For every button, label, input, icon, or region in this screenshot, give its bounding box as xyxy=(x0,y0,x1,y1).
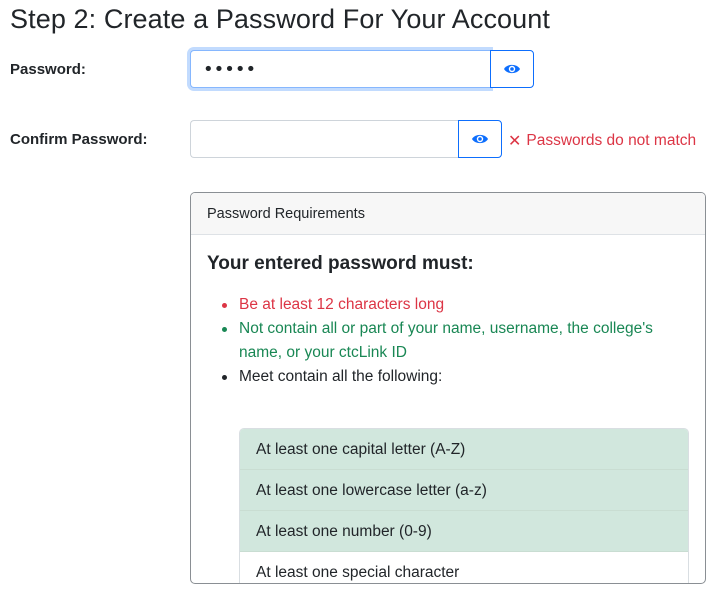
list-item: At least one capital letter (A-Z) xyxy=(240,429,688,470)
eye-icon xyxy=(472,134,488,144)
confirm-password-input-group xyxy=(190,120,502,158)
password-mismatch-error: ✕ Passwords do not match xyxy=(508,131,696,151)
password-label: Password: xyxy=(10,61,86,78)
card-header: Password Requirements xyxy=(191,193,705,235)
password-input-group xyxy=(190,50,534,88)
bullet xyxy=(222,303,227,308)
character-requirements-list: At least one capital letter (A-Z) At lea… xyxy=(239,428,689,583)
bullet xyxy=(222,375,227,380)
requirement-character-types: Meet contain all the following: xyxy=(191,365,705,389)
requirement-no-name: Not contain all or part of your name, us… xyxy=(191,317,705,365)
page-title: Step 2: Create a Password For Your Accou… xyxy=(10,4,551,34)
password-requirements-card: Password Requirements Your entered passw… xyxy=(190,192,706,584)
show-confirm-password-button[interactable] xyxy=(458,120,502,158)
bullet xyxy=(222,327,227,332)
requirements-heading: Your entered password must: xyxy=(207,253,474,274)
list-item: At least one number (0-9) xyxy=(240,511,688,552)
confirm-password-input[interactable] xyxy=(190,120,458,158)
password-input[interactable] xyxy=(190,50,490,88)
show-password-button[interactable] xyxy=(490,50,534,88)
list-item: At least one special character xyxy=(240,552,688,583)
mismatch-text: Passwords do not match xyxy=(526,132,697,149)
confirm-password-label: Confirm Password: xyxy=(10,131,148,148)
eye-icon xyxy=(504,64,520,74)
list-item: At least one lowercase letter (a-z) xyxy=(240,470,688,511)
requirements-list: Be at least 12 characters long Not conta… xyxy=(191,293,705,389)
x-icon: ✕ xyxy=(508,133,522,150)
requirement-length: Be at least 12 characters long xyxy=(191,293,705,317)
